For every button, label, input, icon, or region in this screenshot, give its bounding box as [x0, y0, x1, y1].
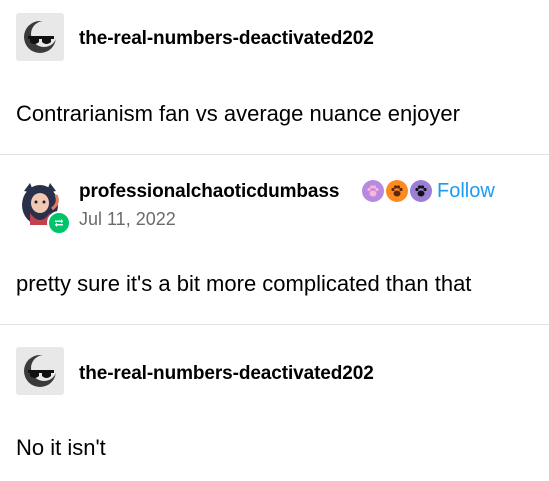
post-username[interactable]: professionalchaoticdumbass [79, 181, 339, 203]
post-username[interactable]: the-real-numbers-deactivated202 [79, 363, 374, 385]
post-text: Contrarianism fan vs average nuance enjo… [16, 101, 460, 126]
avatar[interactable] [16, 347, 64, 395]
avatar[interactable] [16, 13, 64, 61]
post-username[interactable]: the-real-numbers-deactivated202 [79, 28, 374, 50]
reblog-icon [47, 211, 71, 235]
paw-badge-icon [386, 180, 408, 202]
divider [0, 154, 549, 155]
paw-badge-icon [410, 180, 432, 202]
follow-button[interactable]: Follow [437, 180, 495, 203]
post-text: No it isn't [16, 435, 106, 460]
post-date[interactable]: Jul 11, 2022 [79, 209, 176, 230]
post-text: pretty sure it's a bit more complicated … [16, 271, 472, 296]
divider [0, 324, 549, 325]
paw-badge-icon [362, 180, 384, 202]
sunglasses-moon-avatar-icon [24, 21, 57, 53]
sunglasses-moon-avatar-icon [24, 355, 57, 387]
